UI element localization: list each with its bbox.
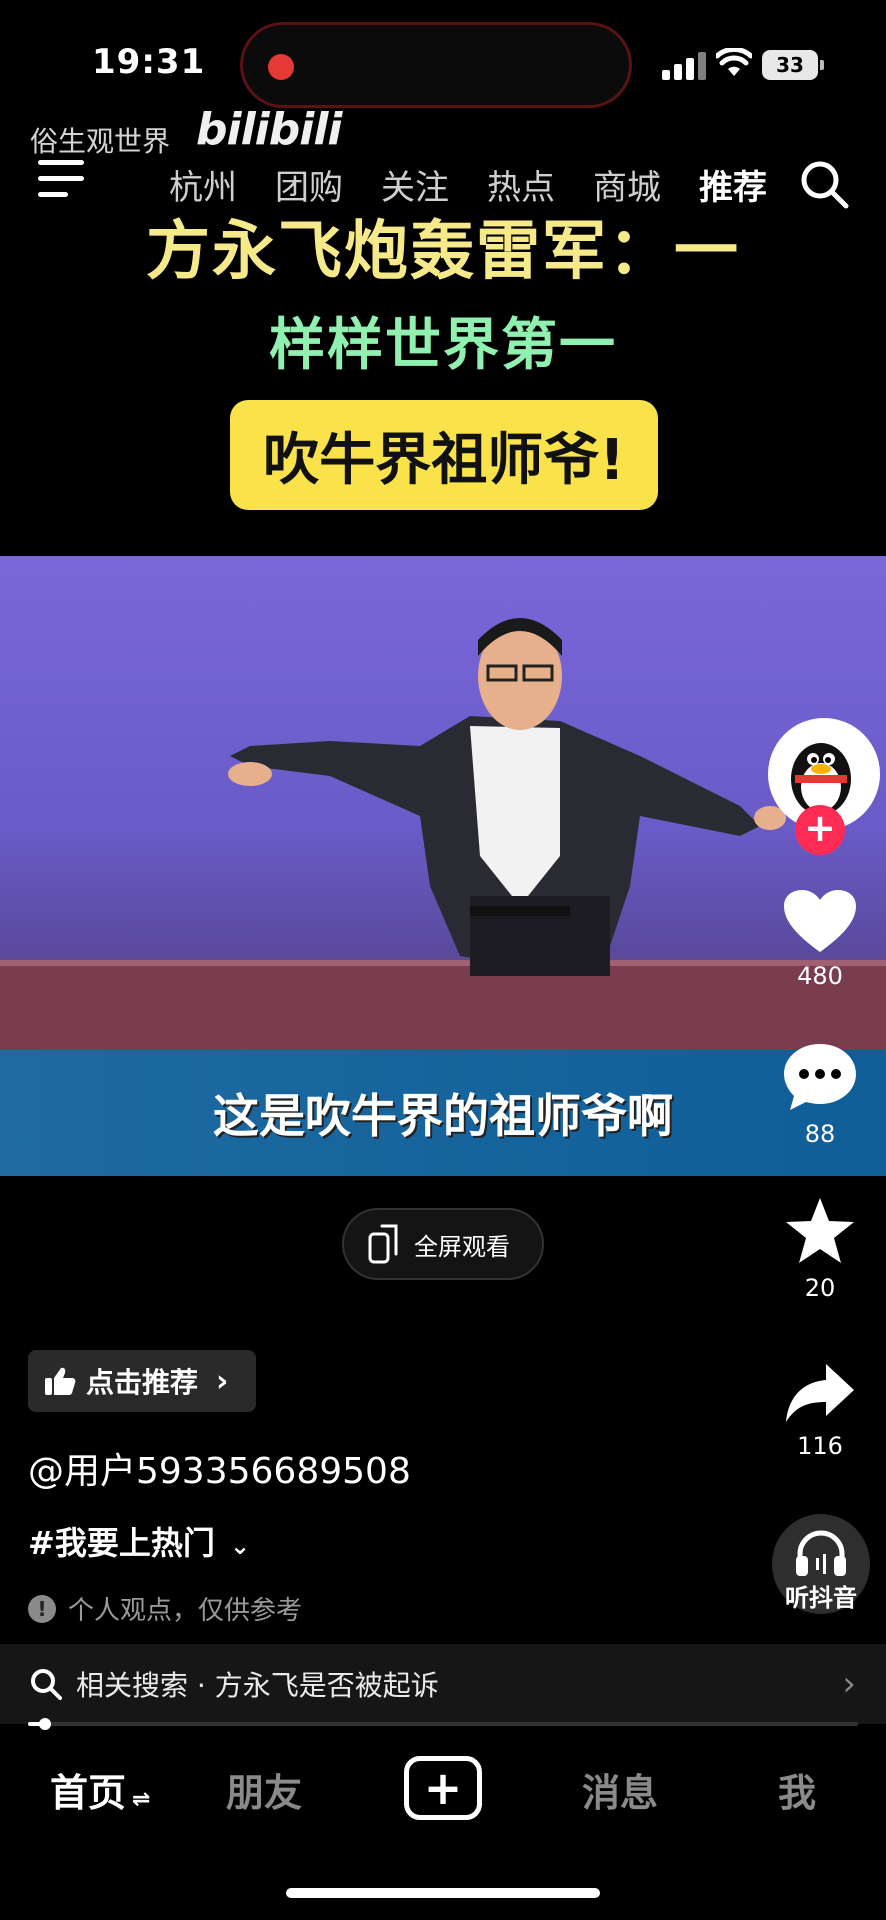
share-count: 116 [797,1432,843,1460]
battery-tip [820,60,824,70]
related-search-text: 相关搜索 · 方永飞是否被起诉 [76,1669,439,1702]
speaker-figure [0,618,886,1050]
hashtag-link[interactable]: #我要上热门 ⌄ [28,1518,250,1564]
video-title-line-2: 样样世界第一 [269,313,617,378]
like-count: 480 [797,962,843,990]
tab-home[interactable]: 首页 ⇌ [50,1762,150,1817]
cellular-signal-icon [662,50,706,80]
video-subtitle: 这是吹牛界的祖师爷啊 [0,1050,886,1176]
tab-home-label: 首页 [50,1771,127,1815]
star-icon [786,1198,854,1263]
share-action[interactable]: 116 [770,1362,870,1460]
video-progress-bar[interactable] [28,1718,858,1730]
status-time: 19:31 [92,42,206,82]
bilibili-logo: bilibili [196,104,342,155]
heart-icon [784,890,856,952]
fullscreen-button[interactable]: 全屏观看 [342,1208,544,1280]
listen-label: 听抖音 [785,1584,857,1612]
chevron-right-icon: › [216,1363,229,1399]
thumbs-up-icon [45,1367,76,1395]
create-button[interactable]: + [404,1756,482,1820]
tab-me[interactable]: 我 [778,1762,816,1817]
dynamic-island [240,22,632,108]
video-title-line-1: 方永飞炮轰雷军：一 [146,215,740,289]
video-player[interactable] [0,556,886,1050]
favorite-count: 20 [804,1274,836,1302]
listen-button[interactable]: 听抖音 [772,1514,870,1614]
video-title-highlight: 吹牛界祖师爷! [230,400,658,510]
disclaimer: ! 个人观点，仅供参考 [28,1590,302,1627]
wifi-icon [716,48,752,76]
recommend-label: 点击推荐 [86,1366,199,1399]
comment-icon [784,1044,856,1110]
tab-friends[interactable]: 朋友 [226,1762,302,1817]
battery-icon: 33 [762,50,818,80]
hashtag-text: #我要上热门 [28,1524,215,1562]
author-username[interactable]: @用户593356689508 [28,1442,411,1494]
recommend-button[interactable]: 点击推荐 › [28,1350,256,1412]
info-icon: ! [28,1594,56,1623]
progress-knob[interactable] [38,1718,51,1730]
menu-icon[interactable] [38,160,86,198]
related-search-bar[interactable]: 相关搜索 · 方永飞是否被起诉 › [0,1644,886,1724]
headphones-icon [796,1530,846,1576]
disclaimer-text: 个人观点，仅供参考 [68,1596,303,1626]
fullscreen-label: 全屏观看 [414,1232,510,1261]
comment-action[interactable]: 88 [770,1042,870,1148]
like-action[interactable]: 480 [770,888,870,990]
home-indicator [286,1888,600,1898]
swap-icon: ⇌ [132,1787,151,1812]
chevron-right-icon: › [842,1664,856,1704]
tab-messages[interactable]: 消息 [582,1762,658,1817]
rotate-screen-icon [368,1224,398,1264]
share-arrow-icon [786,1364,854,1422]
recording-indicator [268,54,294,80]
search-icon [31,1669,62,1700]
follow-button[interactable]: + [795,805,845,855]
channel-watermark: 俗生观世界 [30,125,171,158]
favorite-action[interactable]: 20 [770,1196,870,1302]
chevron-down-icon: ⌄ [229,1532,251,1560]
comment-count: 88 [804,1120,836,1148]
